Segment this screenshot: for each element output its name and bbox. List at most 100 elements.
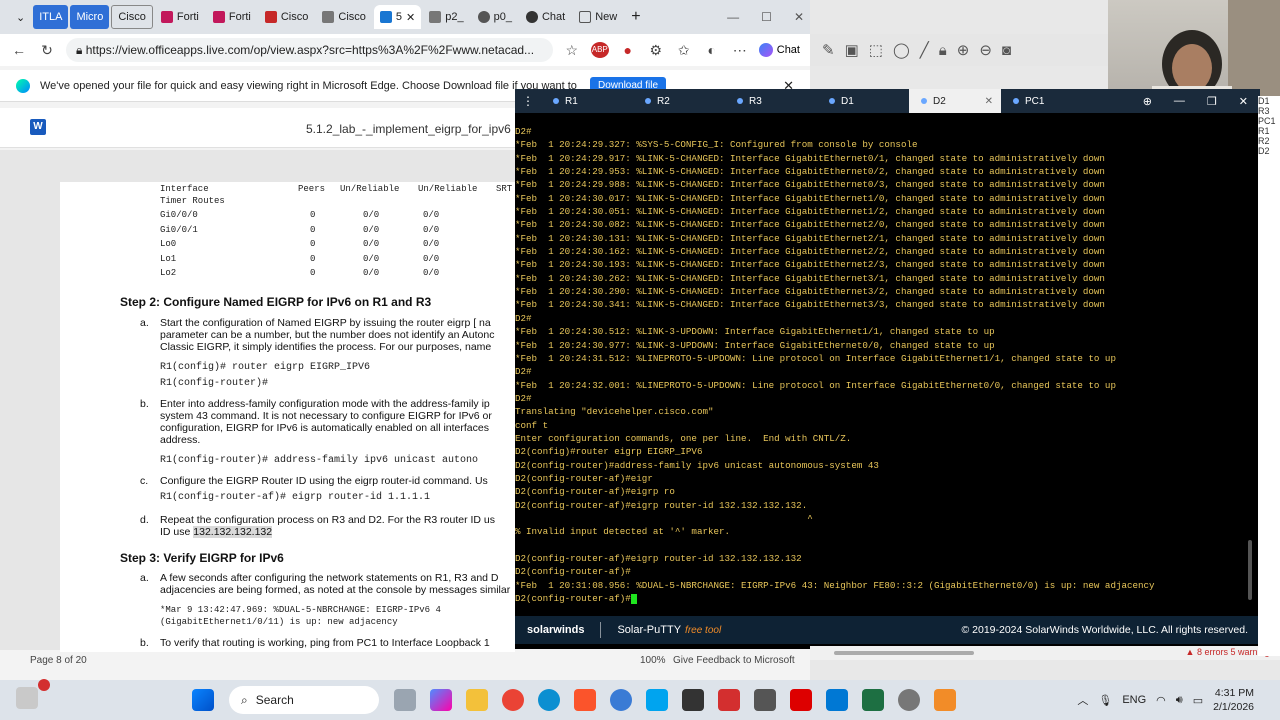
minimize-icon[interactable]: — — [1174, 95, 1185, 108]
tab-p0[interactable]: p0_ — [472, 5, 518, 29]
zoom-in-icon[interactable]: ⊕ — [957, 41, 970, 59]
table-cell: 0/0 — [363, 253, 380, 264]
favorites-icon[interactable]: ✩ — [675, 42, 693, 59]
window-controls: — ☐ ✕ — [721, 5, 810, 29]
volume-icon[interactable]: 🔊︎ — [1176, 694, 1183, 707]
tab-label: Forti — [228, 11, 251, 23]
extension-icon[interactable]: ● — [619, 42, 637, 58]
terminal-line: D2(config-router-af)#eigrp ro — [515, 486, 675, 498]
profile-icon[interactable]: ◐ — [703, 42, 721, 58]
lock-toolbar-icon[interactable]: 🔒︎ — [939, 42, 947, 59]
back-icon[interactable]: ← — [10, 42, 28, 58]
brave-icon[interactable] — [574, 689, 596, 711]
session-tab-d2[interactable]: D2 ✕ — [909, 89, 1001, 113]
table-cell: Lo2 — [160, 268, 177, 278]
store-icon[interactable] — [646, 689, 668, 711]
document-title[interactable]: 5.1.2_lab_-_implement_eigrp_for_ipv6 ⌄ — [306, 122, 524, 136]
start-icon[interactable] — [192, 689, 214, 711]
scroll-thumb[interactable] — [834, 651, 974, 655]
line-icon[interactable]: ╱ — [920, 41, 929, 59]
clock[interactable]: 4:31 PM 2/1/2026 — [1213, 686, 1254, 714]
url-field[interactable]: 🔒︎ https://view.officeapps.live.com/op/v… — [66, 38, 553, 62]
col-unreliable: Un/Reliable — [340, 184, 400, 194]
copilot-icon[interactable] — [430, 689, 452, 711]
task-view-icon[interactable] — [394, 689, 416, 711]
mic-icon[interactable]: 🎙︎ — [1098, 694, 1112, 707]
extensions-icon[interactable]: ⚙ — [647, 42, 665, 59]
session-tab-d1[interactable]: D1 — [817, 89, 909, 113]
adblock-icon[interactable]: ABP — [590, 42, 609, 58]
forti-icon — [212, 11, 225, 23]
terminal-scrollbar[interactable] — [1248, 540, 1252, 600]
minimize-icon[interactable]: — — [727, 10, 739, 24]
maximize-icon[interactable]: ☐ — [761, 10, 772, 24]
language-indicator[interactable]: ENG — [1122, 694, 1146, 706]
battery-icon[interactable]: ▭ — [1193, 694, 1203, 707]
close-window-icon[interactable]: ✕ — [1239, 95, 1248, 108]
menu-icon[interactable]: ⋮ — [515, 94, 541, 108]
file-explorer-icon[interactable] — [466, 689, 488, 711]
maximize-icon[interactable]: ❐ — [1207, 95, 1217, 108]
text-line: Start the configuration of Named EIGRP b… — [160, 317, 491, 329]
chevron-up-icon[interactable]: ︿ — [1077, 692, 1088, 708]
rect-select-icon[interactable]: ⬚ — [869, 41, 883, 59]
session-tab-r1[interactable]: R1 — [541, 89, 633, 113]
col-srt: SRT — [496, 184, 513, 194]
terminal-icon[interactable] — [682, 689, 704, 711]
terminal-output[interactable]: D2# *Feb 1 20:24:29.327: %SYS-5-CONFIG_I:… — [515, 125, 1243, 609]
app-l-icon[interactable] — [790, 689, 812, 711]
image-icon[interactable]: ▣ — [845, 41, 859, 59]
excel-icon[interactable] — [862, 689, 884, 711]
add-session-icon[interactable]: ⊕ — [1143, 95, 1152, 108]
taskbar-search[interactable]: ⌕ Search — [229, 686, 379, 714]
solar-putty-icon[interactable] — [934, 689, 956, 711]
ellipse-icon[interactable]: ◯ — [893, 41, 910, 59]
tab-cisco-3[interactable]: Cisco — [316, 5, 372, 29]
tab-actions-icon[interactable]: ⌄ — [10, 5, 31, 29]
session-tab-pc1[interactable]: PC1 — [1001, 89, 1093, 113]
table-cell: Lo0 — [160, 239, 177, 249]
tab-chat[interactable]: Chat — [520, 5, 571, 29]
tab-forti-2[interactable]: Forti — [207, 5, 257, 29]
new-tab-icon[interactable]: + — [625, 5, 646, 29]
tab-p2[interactable]: p2_ — [423, 5, 469, 29]
tab-new[interactable]: New — [573, 5, 623, 29]
tab-cisco-2[interactable]: Cisco — [259, 5, 315, 29]
edit-icon[interactable]: ✎ — [822, 41, 835, 59]
tab-itla[interactable]: ITLA — [33, 5, 69, 29]
wifi-icon[interactable]: ◠ — [1156, 694, 1166, 707]
session-tab-r3[interactable]: R3 — [725, 89, 817, 113]
edge-dev-icon[interactable] — [610, 689, 632, 711]
more-icon[interactable]: ⋯ — [731, 42, 749, 59]
zoom-out-icon[interactable]: ⊖ — [979, 41, 992, 59]
edge-icon[interactable] — [538, 689, 560, 711]
copilot-chat-button[interactable]: Chat — [758, 43, 800, 57]
date: 2/1/2026 — [1213, 701, 1254, 713]
webcam-overlay — [1108, 0, 1280, 98]
tab-micro[interactable]: Micro — [70, 5, 110, 29]
document-title-text: 5.1.2_lab_-_implement_eigrp_for_ipv6 — [306, 122, 511, 136]
refresh-icon[interactable]: ↻ — [38, 42, 56, 59]
table-cell: 0 — [310, 239, 316, 249]
tab-current-doc[interactable]: 5 ✕ — [373, 5, 422, 29]
horizontal-scrollbar[interactable]: ▲ 8 errors 5 warnings — [810, 646, 1280, 660]
session-tab-r2[interactable]: R2 — [633, 89, 725, 113]
close-icon[interactable]: ✕ — [406, 11, 415, 24]
chat-app-icon[interactable] — [10, 678, 50, 714]
word-logo-icon: W — [30, 119, 46, 135]
openai-icon[interactable] — [754, 689, 776, 711]
calc-icon[interactable] — [826, 689, 848, 711]
tab-cisco[interactable]: Cisco — [111, 5, 153, 29]
feedback-link[interactable]: Give Feedback to Microsoft — [673, 655, 795, 666]
chrome-icon[interactable] — [502, 689, 524, 711]
table-row: Lo2 0 0/0 0/0 — [160, 268, 515, 283]
tab-forti-1[interactable]: Forti — [155, 5, 205, 29]
recorder-icon[interactable] — [718, 689, 740, 711]
zoom-level[interactable]: 100% — [640, 655, 666, 666]
tab-close-icon[interactable]: ✕ — [985, 96, 993, 107]
settings-icon[interactable] — [898, 689, 920, 711]
close-window-icon[interactable]: ✕ — [794, 10, 804, 24]
favorite-star-icon[interactable]: ☆ — [563, 42, 581, 59]
side-label: R1 — [1258, 126, 1270, 136]
camera-icon[interactable]: ◙ — [1002, 42, 1011, 59]
